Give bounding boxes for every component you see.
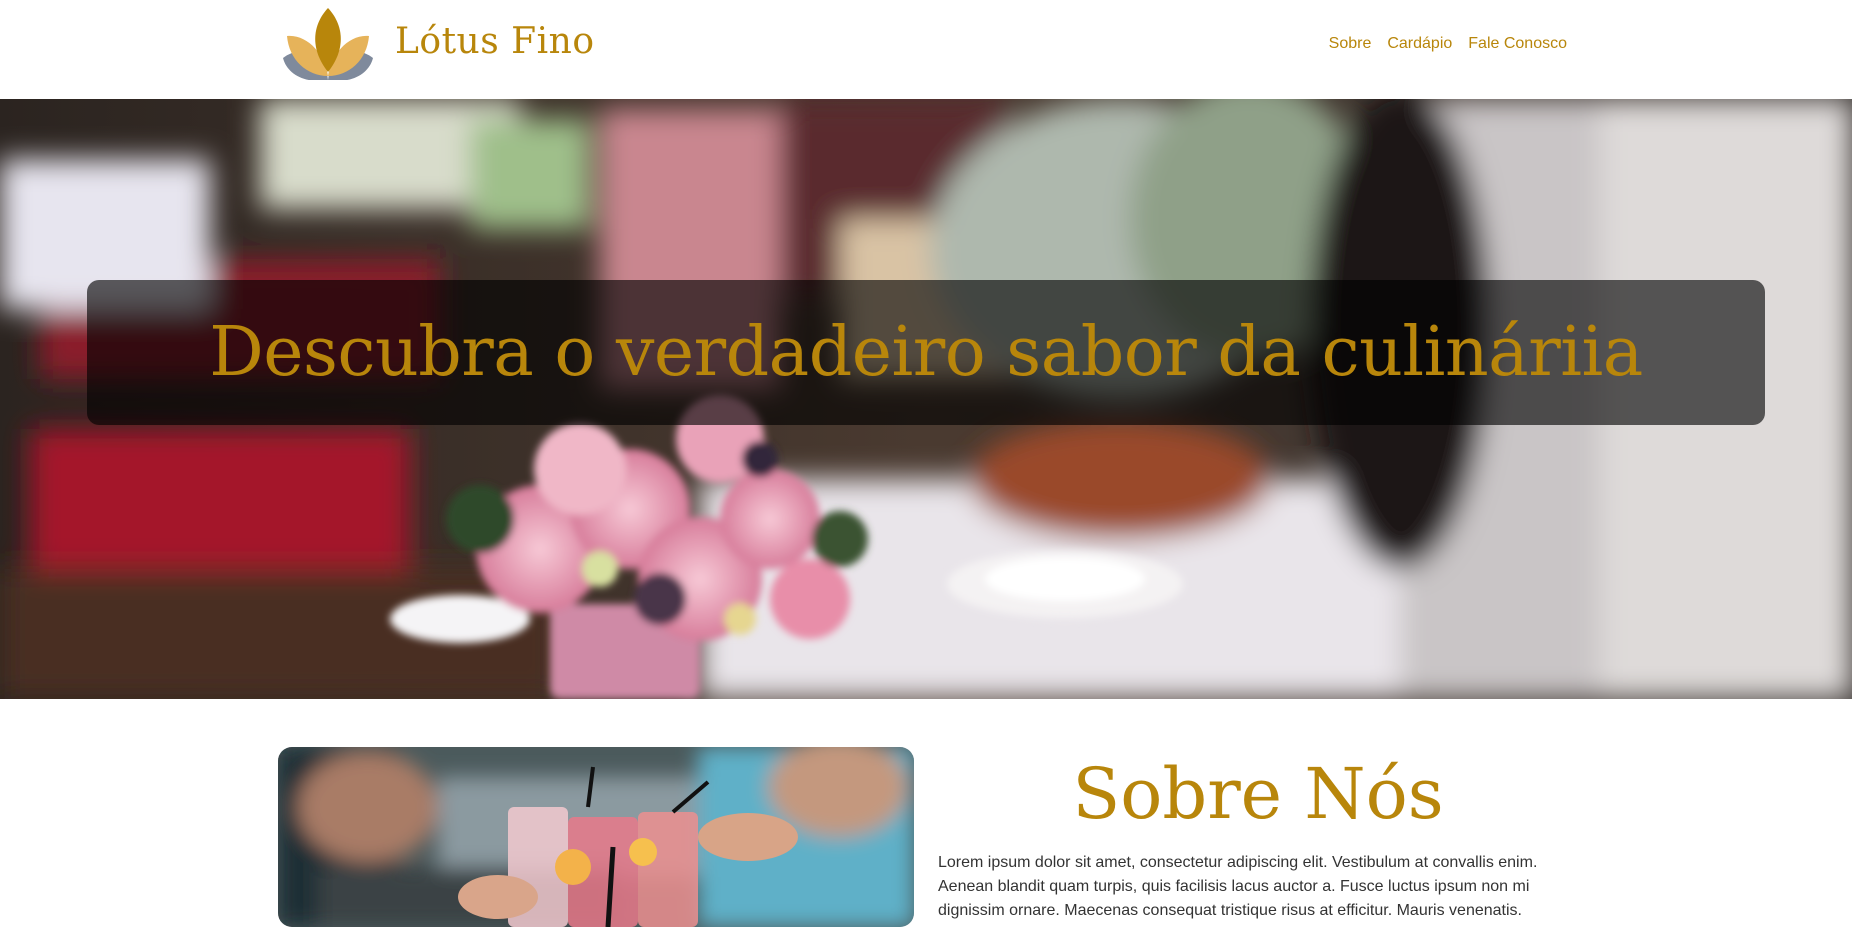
about-heading: Sobre Nós — [1072, 753, 1444, 835]
brand[interactable]: Lótus Fino — [279, 4, 595, 80]
hero-title: Descubra o verdadeiro sabor da culinárii… — [209, 313, 1643, 392]
site-header: Lótus Fino Sobre Cardápio Fale Conosco — [0, 0, 1852, 99]
about-photo — [278, 747, 914, 927]
main-nav: Sobre Cardápio Fale Conosco — [1329, 30, 1567, 58]
lotus-icon — [283, 8, 373, 80]
brand-name: Lótus Fino — [395, 21, 595, 62]
about-toast-photo — [278, 747, 914, 927]
nav-link-fale-conosco[interactable]: Fale Conosco — [1468, 30, 1567, 58]
about-text: Lorem ipsum dolor sit amet, consectetur … — [938, 854, 1538, 919]
nav-link-cardapio[interactable]: Cardápio — [1387, 30, 1452, 58]
hero-banner: Descubra o verdadeiro sabor da culinárii… — [0, 99, 1852, 699]
nav-link-sobre[interactable]: Sobre — [1329, 30, 1372, 58]
hero-title-box: Descubra o verdadeiro sabor da culinárii… — [87, 280, 1765, 425]
